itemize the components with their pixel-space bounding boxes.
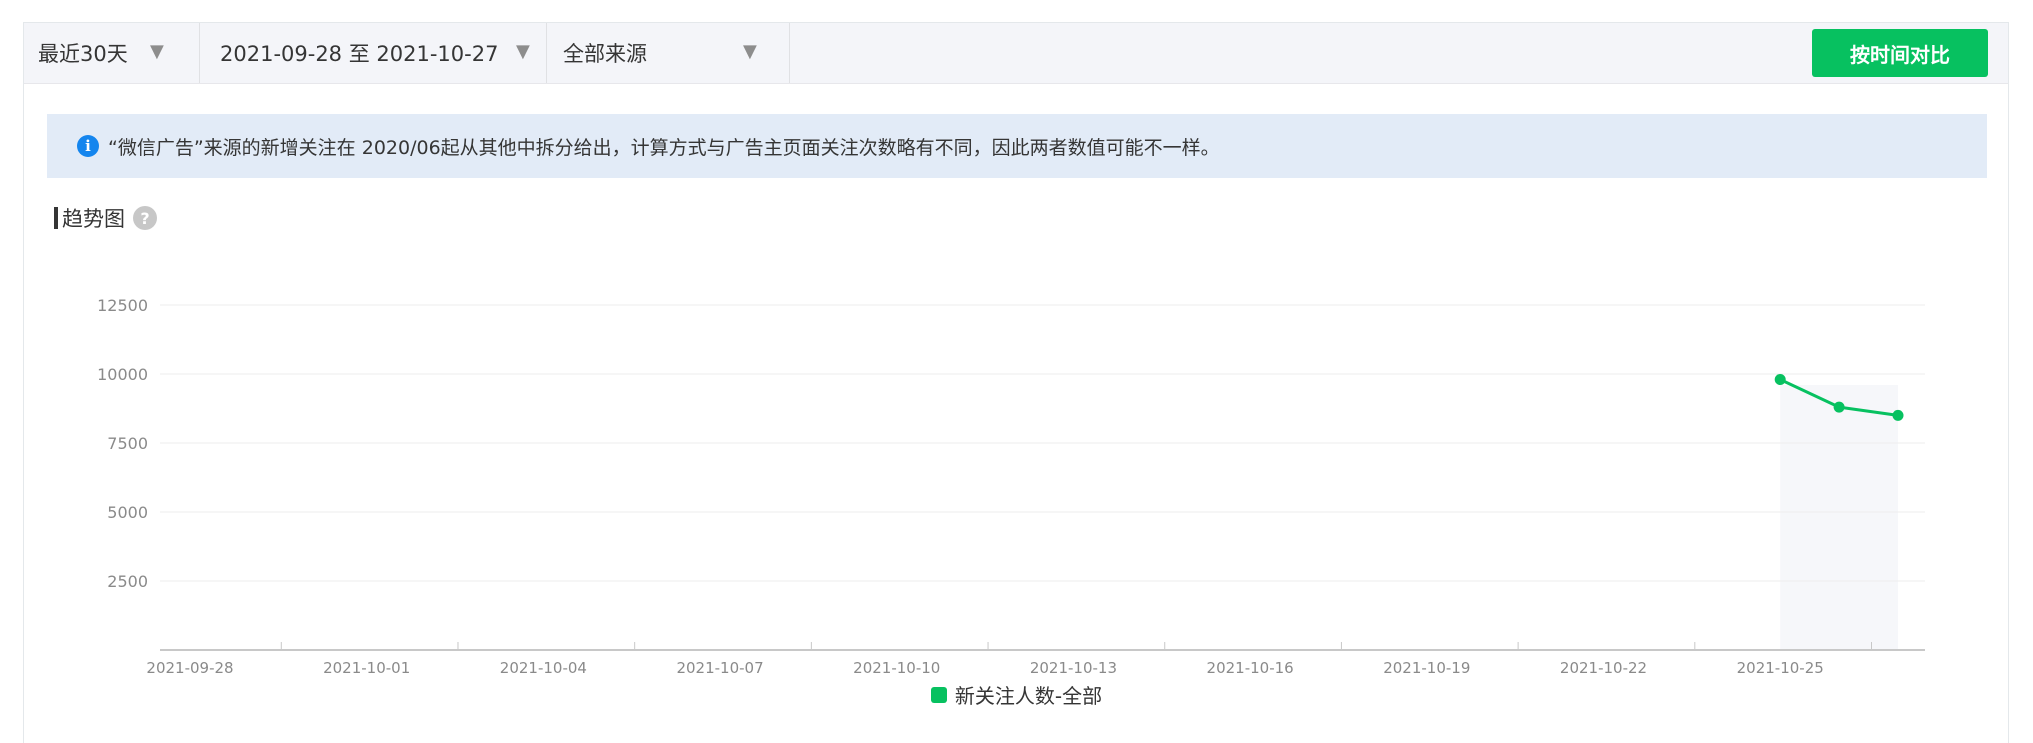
x-tick-label: 2021-10-01 xyxy=(323,659,410,677)
trend-chart: 2500 5000 7500 10000 12500 2021-09-28 2021-10-… xyxy=(97,296,1925,677)
y-tick-label: 10000 xyxy=(97,365,148,384)
chart-legend: 新关注人数-全部 xyxy=(0,680,2033,709)
data-point xyxy=(1833,401,1845,413)
y-tick-label: 5000 xyxy=(107,503,148,522)
x-tick-label: 2021-10-13 xyxy=(1030,659,1117,677)
data-point xyxy=(1892,409,1904,421)
x-tick-label: 2021-10-10 xyxy=(853,659,940,677)
x-tick-label: 2021-10-22 xyxy=(1560,659,1647,677)
data-point xyxy=(1774,374,1786,386)
y-tick-label: 7500 xyxy=(107,434,148,453)
legend-label: 新关注人数-全部 xyxy=(954,684,1103,708)
x-tick-label: 2021-10-25 xyxy=(1737,659,1824,677)
y-tick-label: 12500 xyxy=(97,296,148,315)
x-tick-label: 2021-10-07 xyxy=(676,659,763,677)
x-tick-label: 2021-10-16 xyxy=(1207,659,1294,677)
legend-item[interactable]: 新关注人数-全部 xyxy=(930,680,1103,709)
y-tick-label: 2500 xyxy=(107,572,148,591)
x-tick-label: 2021-09-28 xyxy=(146,659,233,677)
x-tick-label: 2021-10-04 xyxy=(500,659,587,677)
data-region-highlight xyxy=(1780,385,1898,650)
x-tick-label: 2021-10-19 xyxy=(1383,659,1470,677)
legend-swatch xyxy=(930,686,947,703)
